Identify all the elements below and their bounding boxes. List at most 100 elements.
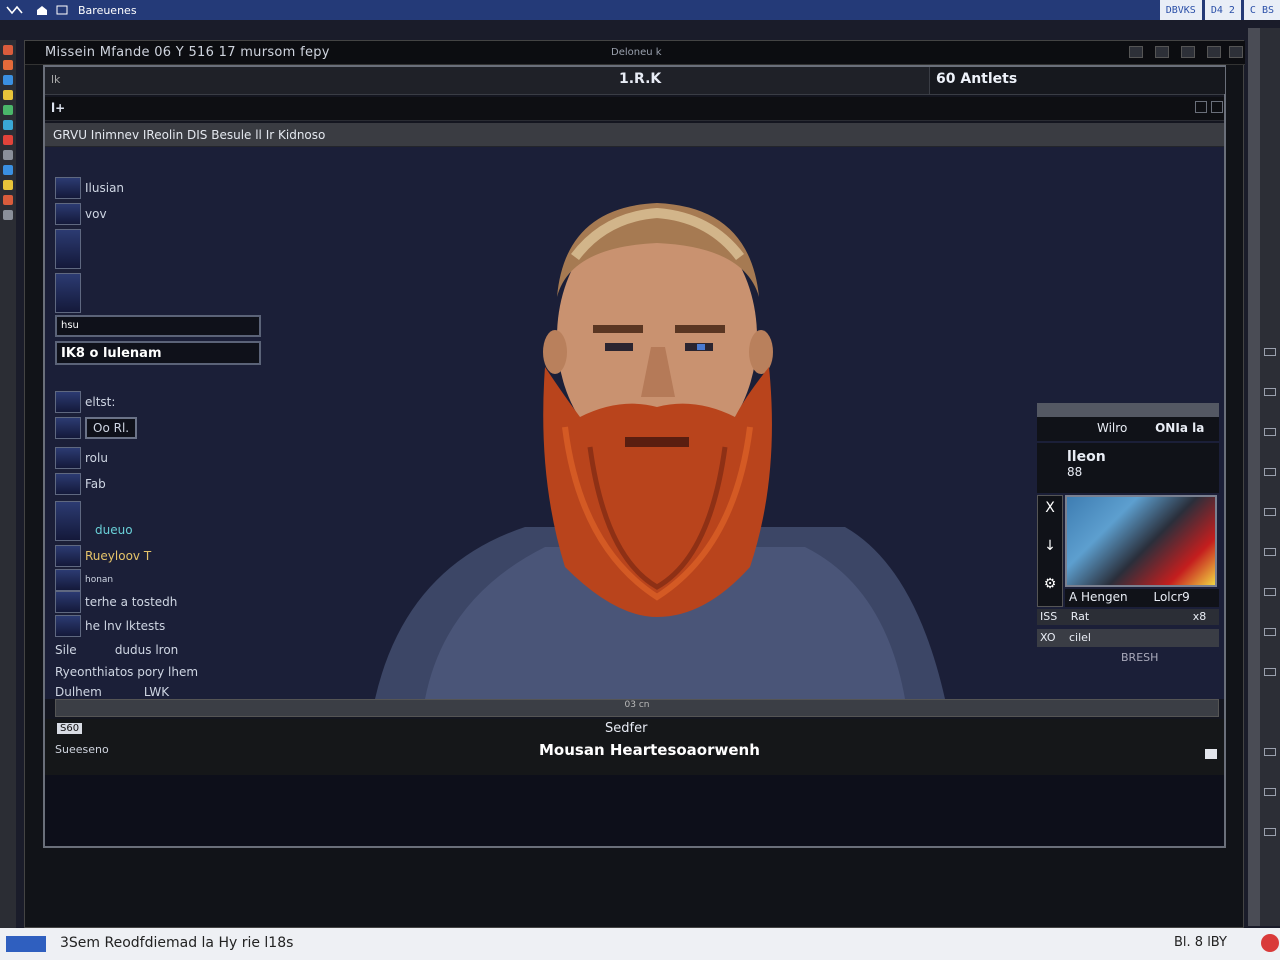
caption-line-2: Mousan Heartesoaorwenh (539, 741, 760, 759)
list-item[interactable]: he lnv lktests (55, 615, 165, 637)
strip-icon-7[interactable] (1264, 588, 1276, 596)
app-icon[interactable] (56, 4, 70, 16)
dock-icon-6[interactable] (3, 120, 13, 130)
strip-icon-12[interactable] (1264, 828, 1276, 836)
list-item-top[interactable]: vov (55, 203, 107, 225)
list-item-label: Ilusian (85, 181, 125, 195)
strip-icon-1[interactable] (1264, 348, 1276, 356)
strip-icon-4[interactable] (1264, 468, 1276, 476)
strip-icon-2[interactable] (1264, 388, 1276, 396)
dock-icon-12[interactable] (3, 210, 13, 220)
status-pill-3[interactable]: C BS (1243, 0, 1280, 20)
strip-icon-9[interactable] (1264, 668, 1276, 676)
caption-line-1: Sedfer (605, 721, 648, 736)
download-icon[interactable]: ↓ (1038, 538, 1062, 554)
detail-title: lleon (1067, 449, 1106, 465)
info-sub: Sueeseno (55, 743, 109, 756)
toolbar-button-2[interactable] (1211, 101, 1223, 113)
home-icon[interactable] (36, 4, 50, 16)
dock-icon-7[interactable] (3, 135, 13, 145)
tab-right[interactable]: 60 Antlets (929, 67, 1225, 94)
viewer-panel: lk 1.R.K 60 Antlets l+ GRVU Inimnev IReo… (43, 65, 1226, 848)
status-text: 3Sem Reodfdiemad la Hy rie l18s (60, 935, 294, 951)
list-item[interactable]: Sile dudus lron (55, 643, 178, 657)
thumbnail (55, 273, 81, 313)
dock-icon-10[interactable] (3, 180, 13, 190)
status-pill-2[interactable]: D4 2 (1204, 0, 1241, 20)
status-pill-1[interactable]: DBVKS (1159, 0, 1202, 20)
toolbar-label[interactable]: l+ (51, 101, 65, 115)
thumbnail (55, 569, 81, 591)
window-titlebar[interactable]: Missein Mfande 06 Y 516 17 mursom fepy D… (25, 41, 1245, 65)
image-viewport[interactable]: Ilusian vov hsu IK8 o lulenam eltst: Oo … (45, 147, 1224, 699)
window-button-2[interactable] (1155, 46, 1169, 58)
detail-row-b[interactable]: XO cilel (1037, 629, 1219, 647)
menu-icon[interactable] (6, 4, 23, 16)
list-item-label: Sile dudus lron (55, 643, 179, 657)
scrollbar-track[interactable] (1248, 28, 1260, 926)
window-button-4[interactable] (1207, 46, 1221, 58)
strip-icon-8[interactable] (1264, 628, 1276, 636)
timeline-scrubber[interactable]: 03 cn (55, 699, 1219, 717)
strip-icon-11[interactable] (1264, 788, 1276, 796)
detail-title-row: lleon 88 (1037, 443, 1219, 493)
dock-icon-3[interactable] (3, 75, 13, 85)
dock-icon-11[interactable] (3, 195, 13, 205)
search-field[interactable]: hsu (55, 315, 261, 337)
detail-panel: Wilro ONIa la lleon 88 X ↓ ⚙ A Hengen Lo… (1037, 403, 1219, 664)
list-thumbnail-tall[interactable] (55, 273, 85, 313)
expand-button[interactable] (1205, 749, 1217, 759)
strip-icon-3[interactable] (1264, 428, 1276, 436)
info-bar: S60 Sueeseno Sedfer Mousan Heartesoaorwe… (45, 719, 1224, 775)
list-item-label: Oo Rl. (85, 417, 138, 439)
dock-icon-1[interactable] (3, 45, 13, 55)
settings-icon[interactable]: ⚙ (1038, 576, 1062, 592)
list-item[interactable]: Ryeonthiatos pory lhem (55, 665, 198, 679)
list-item[interactable]: terhe a tostedh (55, 591, 177, 613)
list-item-top[interactable]: Ilusian (55, 177, 124, 199)
list-item[interactable]: rolu (55, 447, 108, 469)
strip-icon-6[interactable] (1264, 548, 1276, 556)
strip-icon-5[interactable] (1264, 508, 1276, 516)
list-item[interactable]: eltst: (55, 391, 115, 413)
list-item[interactable]: Fab (55, 473, 106, 495)
list-item-label: honan (85, 575, 114, 585)
detail-thumbnail[interactable] (1065, 495, 1217, 587)
secondary-toolbar: l+ (45, 97, 1224, 121)
tab-left[interactable]: lk (51, 73, 60, 86)
list-item-label: rolu (85, 451, 108, 465)
toolbar-button-1[interactable] (1195, 101, 1207, 113)
caption-left: A Hengen (1069, 590, 1128, 604)
list-thumbnail-tall[interactable] (55, 229, 85, 269)
brand-logo[interactable] (6, 936, 46, 952)
dock-icon-8[interactable] (3, 150, 13, 160)
notification-icon[interactable] (1261, 934, 1279, 952)
thumbnail (55, 229, 81, 269)
list-item[interactable]: Oo Rl. (55, 417, 138, 439)
list-item[interactable]: honan (55, 569, 113, 591)
detail-below-label: BRESH (1121, 651, 1159, 664)
dock-icon-9[interactable] (3, 165, 13, 175)
strip-icon-10[interactable] (1264, 748, 1276, 756)
selected-item-box[interactable]: IK8 o lulenam (55, 341, 261, 365)
list-item-label: Rueyloov T (85, 549, 152, 563)
right-scroll-strip[interactable] (1248, 28, 1280, 926)
window-button-1[interactable] (1129, 46, 1143, 58)
dock-icon-5[interactable] (3, 105, 13, 115)
thumbnail (55, 591, 81, 613)
system-top-bar: Bareuenes DBVKS D4 2 C BS (0, 0, 1280, 20)
row-a-right: x8 (1192, 610, 1207, 623)
detail-panel-header[interactable] (1037, 403, 1219, 417)
list-item[interactable]: Rueyloov T (55, 545, 151, 567)
list-item[interactable]: Dulhem LWK (55, 685, 169, 699)
close-button[interactable] (1229, 46, 1243, 58)
close-icon[interactable]: X (1038, 500, 1062, 516)
window-button-3[interactable] (1181, 46, 1195, 58)
list-item-label: Fab (85, 477, 106, 491)
caption-right: Lolcr9 (1153, 590, 1190, 604)
list-item[interactable]: dueuo (55, 501, 133, 541)
tab-center[interactable]: 1.R.K (619, 71, 661, 87)
dock-icon-4[interactable] (3, 90, 13, 100)
dock-icon-2[interactable] (3, 60, 13, 70)
thumbnail (55, 545, 81, 567)
